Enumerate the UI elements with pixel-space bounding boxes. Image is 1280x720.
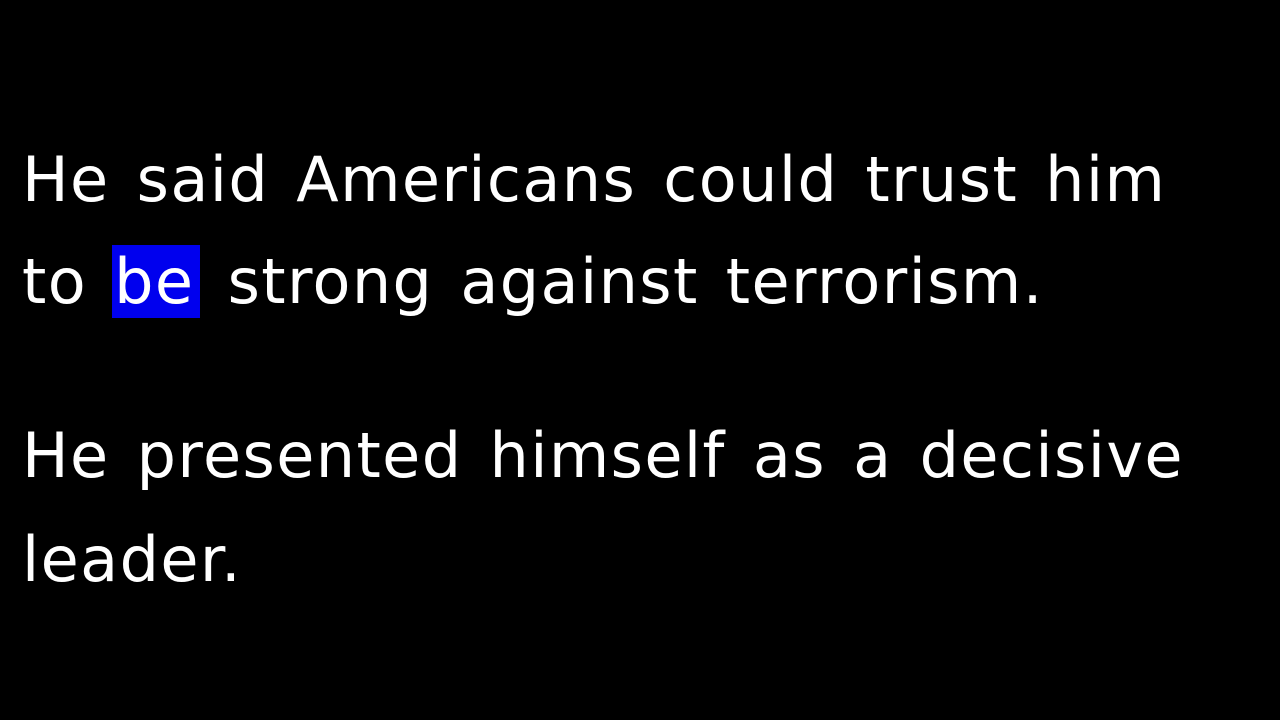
caption-text-after-highlight: strong against terrorism. bbox=[200, 245, 1044, 318]
caption-text-before-highlight: to bbox=[22, 245, 115, 318]
caption-line-1: He said Americans could trust him bbox=[22, 143, 1167, 216]
caption-line-2: to be strong against terrorism. bbox=[22, 242, 1044, 322]
highlighted-word: be bbox=[112, 245, 201, 318]
caption-line-4: leader. bbox=[22, 523, 243, 596]
caption-screen: He said Americans could trust him to be … bbox=[0, 0, 1280, 720]
caption-line-3: He presented himself as a decisive bbox=[22, 419, 1184, 492]
